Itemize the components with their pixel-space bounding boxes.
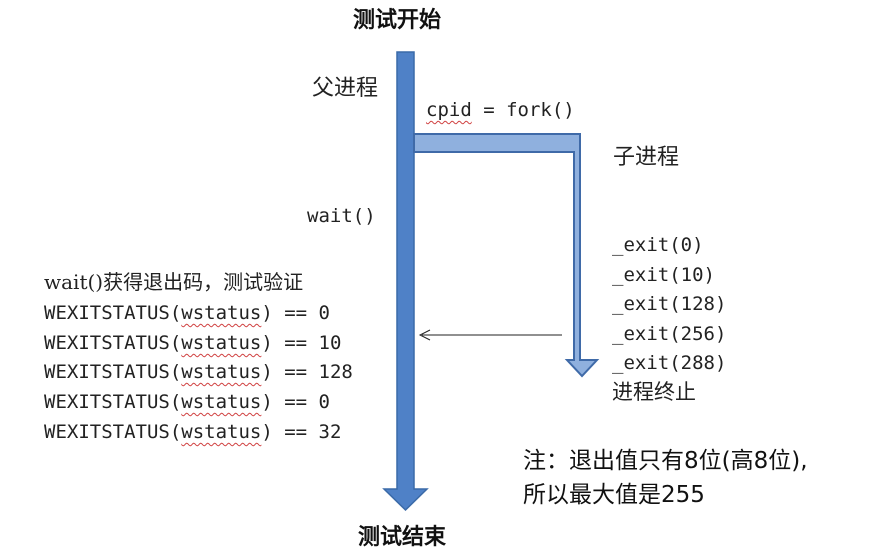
child-process-label: 子进程: [613, 145, 680, 170]
exit-call: _exit(288): [612, 352, 727, 374]
exit-call: _exit(10): [612, 264, 715, 286]
fork-call: cpid = fork(): [426, 101, 575, 120]
exit-call: _exit(0): [612, 234, 704, 256]
exit-call: _exit(256): [612, 323, 727, 345]
exit-call: _exit(128): [612, 293, 727, 315]
left-heading: wait()获得退出码，测试验证: [44, 270, 304, 294]
wexitstatus-line: WEXITSTATUS(wstatus) == 32: [44, 421, 342, 443]
fork-call-rest: = fork(): [471, 99, 575, 121]
child-process-arrow: [413, 133, 600, 378]
note-line-2: 所以最大值是255: [523, 482, 705, 508]
note-line-1: 注：退出值只有8位(高8位),: [523, 448, 808, 474]
parent-process-label: 父进程: [312, 76, 379, 101]
wexitstatus-line: WEXITSTATUS(wstatus) == 0: [44, 302, 330, 324]
test-start-title: 测试开始: [353, 8, 442, 33]
process-diagram: 测试开始 父进程 cpid = fork() 子进程 wait() wait()…: [0, 0, 889, 559]
test-end-title: 测试结束: [358, 525, 447, 550]
wexitstatus-line: WEXITSTATUS(wstatus) == 128: [44, 361, 353, 383]
fork-cpid-var: cpid: [426, 99, 472, 121]
wexitstatus-line: WEXITSTATUS(wstatus) == 10: [44, 332, 342, 354]
wexitstatus-checks: WEXITSTATUS(wstatus) == 0 WEXITSTATUS(ws…: [44, 302, 404, 452]
wait-call-label: wait(): [307, 205, 376, 227]
child-terminated-label: 进程终止: [612, 380, 696, 404]
wexitstatus-line: WEXITSTATUS(wstatus) == 0: [44, 391, 330, 413]
